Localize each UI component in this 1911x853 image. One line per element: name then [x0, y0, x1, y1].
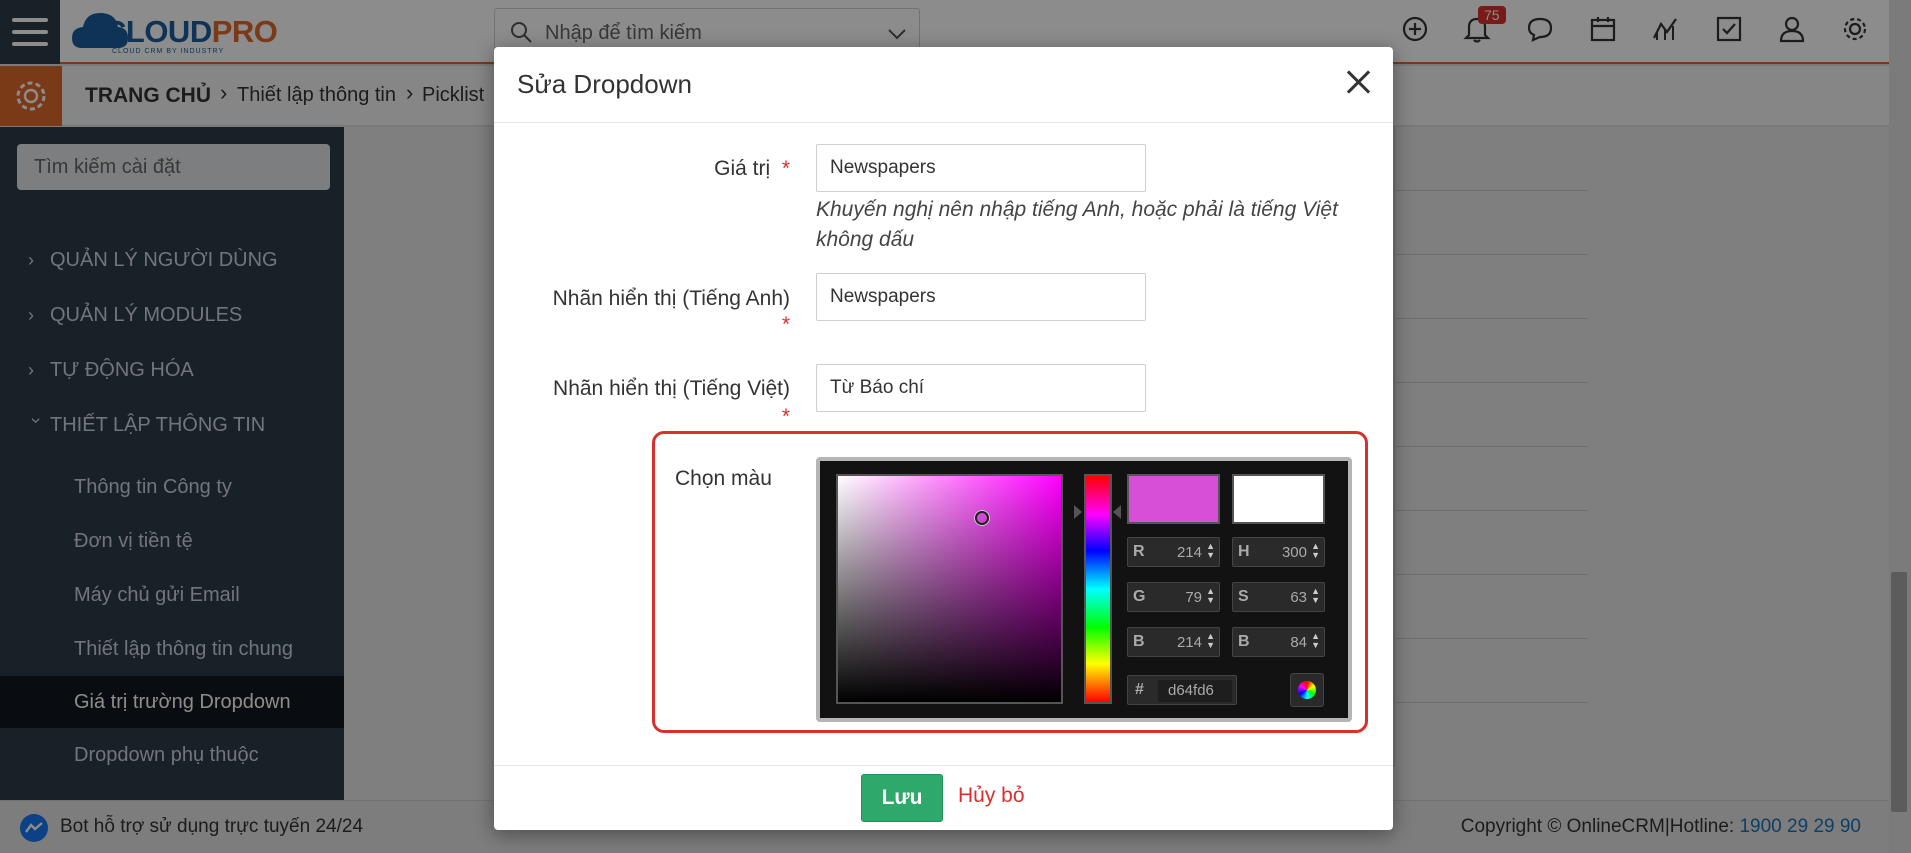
brightness-field[interactable]: B 84 ▲ ▼ [1232, 627, 1325, 657]
required-mark: * [781, 405, 790, 428]
spinner-icon[interactable]: ▲ ▼ [1311, 632, 1320, 650]
spinner-icon[interactable]: ▲ ▼ [1206, 632, 1215, 650]
color-wheel-button[interactable] [1290, 673, 1324, 707]
label-vi-input[interactable]: Từ Báo chí [816, 364, 1146, 412]
new-color-swatch [1127, 474, 1220, 524]
label-vi-label: Nhãn hiển thị (Tiếng Việt) [553, 377, 790, 400]
red-field[interactable]: R 214 ▲ ▼ [1127, 537, 1220, 567]
hue-slider[interactable] [1084, 474, 1112, 704]
label-en-input[interactable]: Newspapers [816, 273, 1146, 321]
previous-color-swatch[interactable] [1232, 474, 1325, 524]
color-picker: R 214 ▲ ▼ G 79 ▲ ▼ B 214 ▲ ▼ H 300 ▲ ▼ S 63 ▲ ▼ B 84 ▲ ▼ #… [816, 457, 1352, 722]
saturation-value-area[interactable] [836, 474, 1063, 704]
cancel-button[interactable]: Hủy bỏ [958, 784, 1025, 808]
edit-dropdown-modal: Sửa Dropdown Giá trị * Newspapers Khuyến… [494, 47, 1393, 830]
spinner-icon[interactable]: ▲ ▼ [1311, 542, 1320, 560]
required-mark: * [781, 313, 790, 336]
saturation-field[interactable]: S 63 ▲ ▼ [1232, 582, 1325, 612]
color-label: Chọn màu [675, 467, 772, 490]
hue-slider-arrow-left-icon [1074, 505, 1082, 519]
label-en-label: Nhãn hiển thị (Tiếng Anh) [552, 287, 790, 310]
value-hint: Khuyến nghị nên nhập tiếng Anh, hoặc phả… [816, 198, 1338, 251]
close-icon[interactable] [1343, 67, 1373, 97]
spinner-icon[interactable]: ▲ ▼ [1311, 587, 1320, 605]
hex-input[interactable]: d64fd6 [1158, 680, 1232, 702]
modal-title: Sửa Dropdown [517, 69, 692, 99]
value-input[interactable]: Newspapers [816, 144, 1146, 192]
hue-field[interactable]: H 300 ▲ ▼ [1232, 537, 1325, 567]
save-button[interactable]: Lưu [861, 774, 943, 822]
blue-field[interactable]: B 214 ▲ ▼ [1127, 627, 1220, 657]
modal-footer [494, 765, 1393, 830]
spinner-icon[interactable]: ▲ ▼ [1206, 542, 1215, 560]
color-cursor[interactable] [975, 511, 989, 525]
modal-header: Sửa Dropdown [494, 47, 1393, 123]
green-field[interactable]: G 79 ▲ ▼ [1127, 582, 1220, 612]
color-wheel-icon [1298, 681, 1316, 699]
value-label: Giá trị * [714, 157, 790, 180]
spinner-icon[interactable]: ▲ ▼ [1206, 587, 1215, 605]
hue-slider-arrow-right-icon [1113, 505, 1121, 519]
hex-field[interactable]: # d64fd6 [1127, 675, 1237, 705]
